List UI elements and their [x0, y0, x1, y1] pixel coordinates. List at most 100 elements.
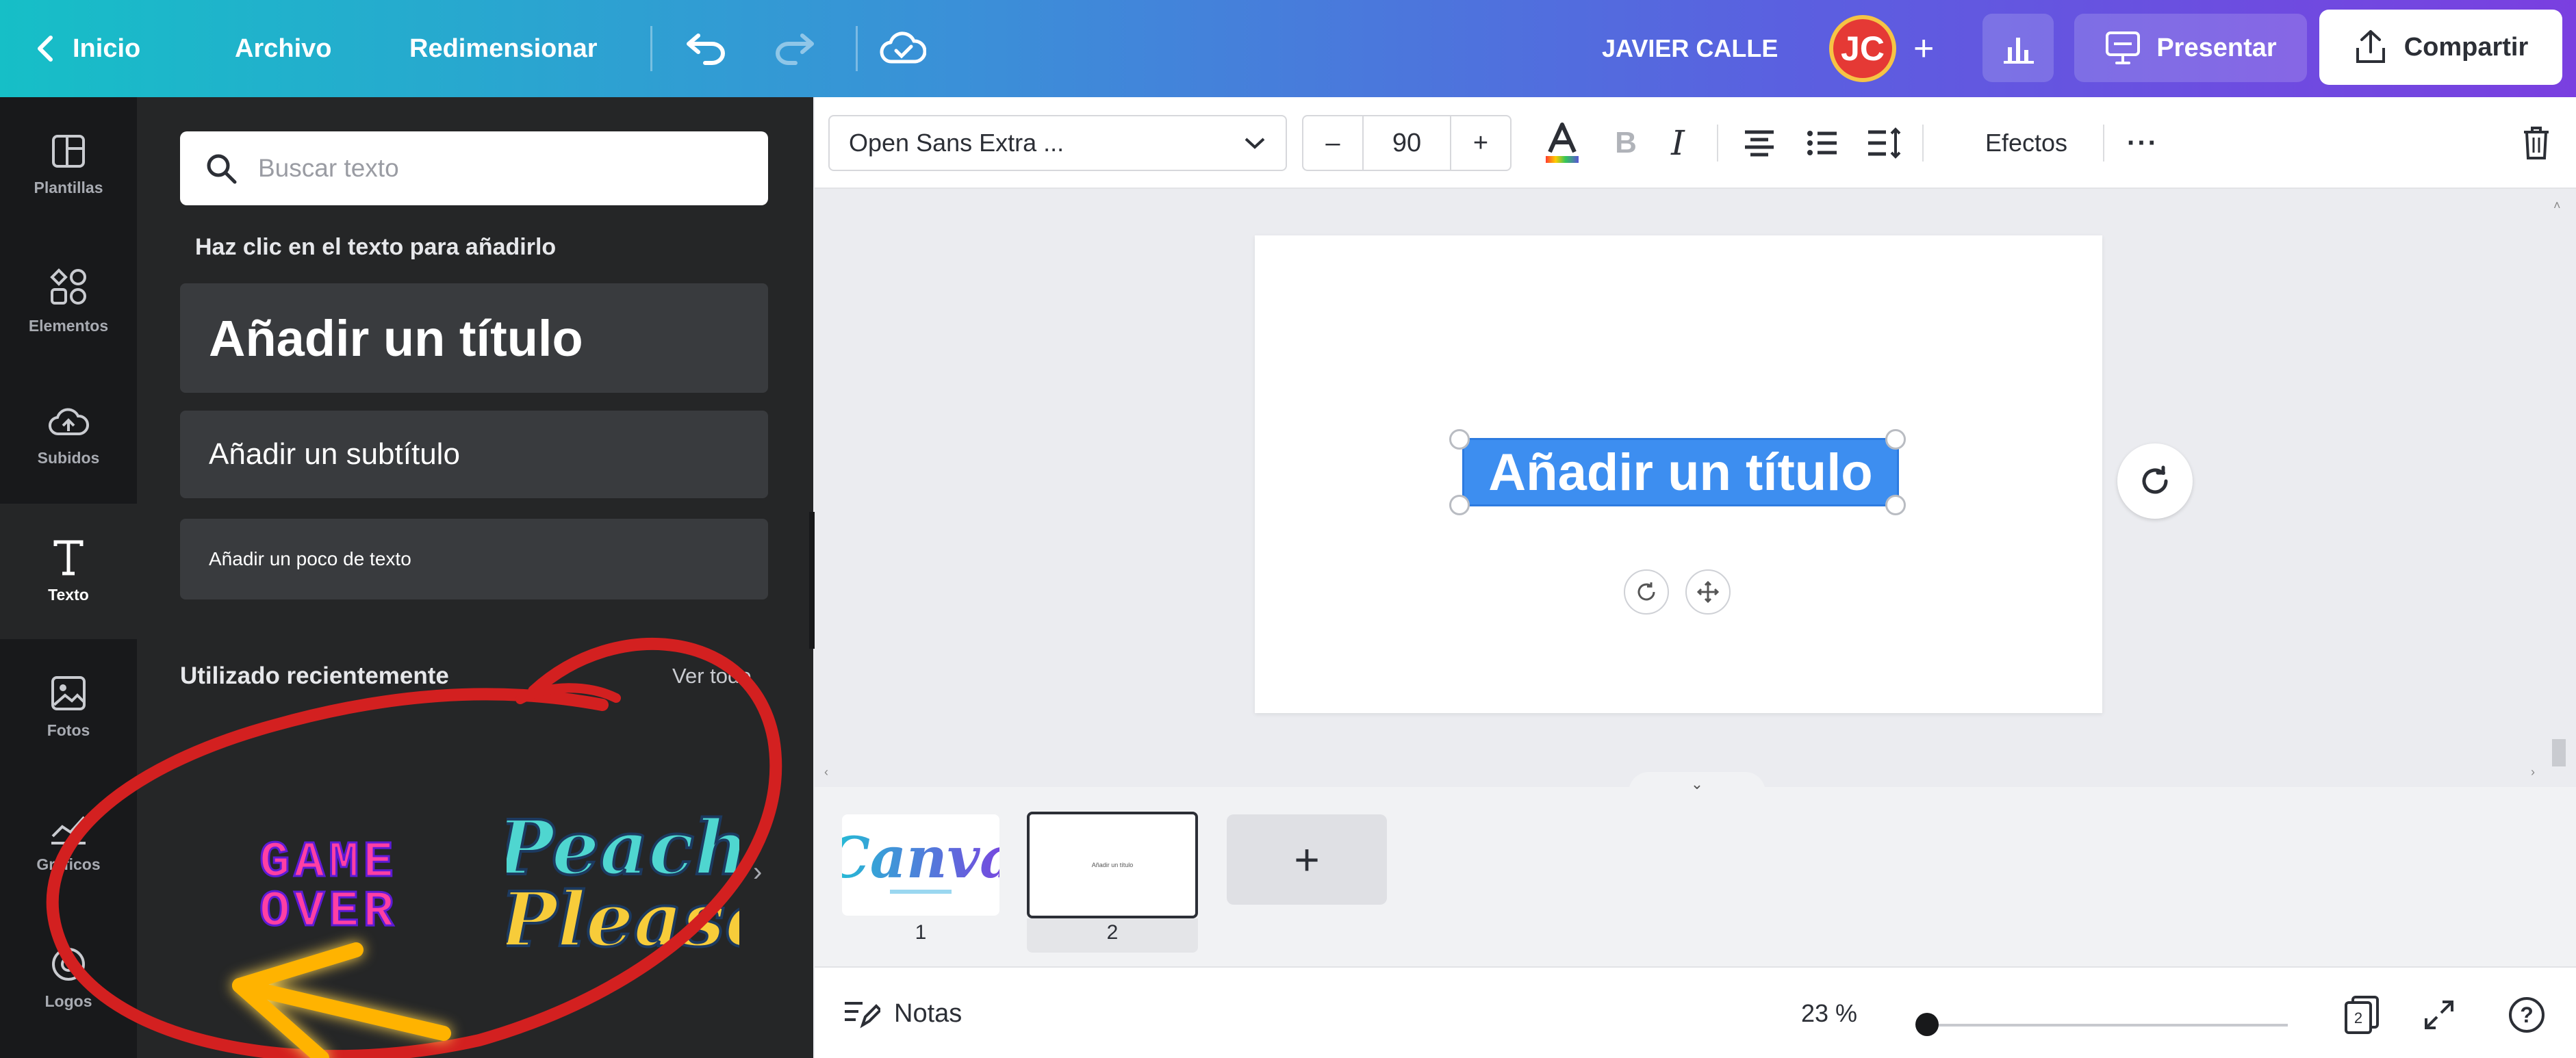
move-button[interactable]: [1685, 569, 1731, 615]
rail-label: Subidos: [37, 448, 100, 467]
move-icon: [1696, 580, 1720, 604]
scroll-thumb[interactable]: [2552, 739, 2566, 766]
help-icon: ?: [2509, 997, 2545, 1033]
page-thumb-1[interactable]: Canva: [842, 814, 999, 916]
share-upload-icon: [2356, 30, 2385, 63]
insights-button[interactable]: [1982, 14, 2054, 82]
share-button[interactable]: Compartir: [2319, 10, 2562, 85]
present-button[interactable]: Presentar: [2074, 14, 2307, 82]
increase-size-button[interactable]: +: [1450, 116, 1510, 170]
present-label: Presentar: [2156, 33, 2277, 62]
rotate-icon: [1637, 582, 1655, 601]
thumb-text: Añadir un título: [1091, 862, 1134, 868]
page-thumb-2[interactable]: Añadir un título: [1027, 812, 1198, 918]
search-box[interactable]: [180, 131, 768, 205]
list-icon[interactable]: [1795, 119, 1850, 167]
rail-label: Plantillas: [34, 178, 103, 196]
rail-item-elements[interactable]: Elementos: [0, 233, 137, 368]
page-count: 2: [2354, 1009, 2362, 1027]
selected-text-box[interactable]: Añadir un título: [1462, 438, 1899, 506]
search-icon: [207, 154, 237, 184]
redo-icon: [776, 34, 814, 65]
notes-button[interactable]: Notas: [842, 968, 962, 1058]
see-all-link[interactable]: Ver todo: [672, 664, 751, 688]
scroll-right-icon: ›: [2531, 765, 2535, 779]
effects-button[interactable]: Efectos: [1951, 119, 2102, 167]
page-number: 2: [1106, 921, 1119, 944]
fullscreen-button[interactable]: [2415, 991, 2463, 1039]
user-name: JAVIER CALLE: [1602, 34, 1778, 62]
recent-text-peach-please[interactable]: Peach Please ♛: [507, 792, 739, 1058]
zoom-value[interactable]: 23 %: [1801, 968, 1857, 1058]
italic-icon[interactable]: I: [1654, 119, 1702, 167]
add-page-button[interactable]: +: [1227, 814, 1387, 905]
rail-label: Gráficos: [36, 855, 101, 873]
game-over-preview: GAME OVER: [259, 834, 395, 940]
rail-item-uploads[interactable]: Subidos: [0, 368, 137, 504]
font-size-stepper: – 90 +: [1302, 115, 1512, 171]
recent-text-game-over[interactable]: GAME OVER ♛: [205, 792, 452, 1058]
add-body-text-button[interactable]: Añadir un poco de texto: [180, 519, 768, 599]
rail-item-photos[interactable]: Fotos: [0, 639, 137, 775]
home-button[interactable]: Inicio: [36, 0, 140, 97]
cloud-save-status[interactable]: [880, 0, 926, 97]
undo-button[interactable]: [685, 0, 728, 97]
divider: [650, 26, 652, 71]
chevron-left-icon: [38, 36, 53, 62]
resize-menu[interactable]: Redimensionar: [409, 0, 598, 97]
more-options-button[interactable]: ···: [2115, 119, 2170, 167]
chevron-down-icon: ⌄: [1690, 775, 1704, 792]
add-collaborator-button[interactable]: +: [1913, 0, 1934, 97]
page-count-button[interactable]: 2: [2338, 991, 2386, 1039]
bullet-list-icon: [1807, 131, 1837, 155]
delete-button[interactable]: [2512, 119, 2560, 167]
rail-item-templates[interactable]: Plantillas: [0, 97, 137, 233]
rotate-button[interactable]: [1624, 569, 1669, 615]
notes-label: Notas: [894, 998, 962, 1028]
rail-item-text[interactable]: Texto: [0, 504, 137, 639]
add-subheading-button[interactable]: Añadir un subtítulo: [180, 411, 768, 498]
redo-button[interactable]: [772, 0, 816, 97]
bold-icon[interactable]: B: [1602, 119, 1650, 167]
present-icon: [2106, 31, 2141, 64]
font-size-value[interactable]: 90: [1364, 116, 1450, 170]
rail-label: Logos: [44, 992, 92, 1010]
divider: [1717, 125, 1718, 162]
zoom-slider-track[interactable]: [1918, 1024, 2288, 1027]
file-menu[interactable]: Archivo: [235, 0, 331, 97]
rail-item-charts[interactable]: Gráficos: [0, 775, 137, 910]
panel-hint: Haz clic en el texto para añadirlo: [195, 234, 557, 260]
spacing-icon[interactable]: [1857, 119, 1911, 167]
text-color-button[interactable]: [1535, 119, 1590, 167]
zoom-slider-knob[interactable]: [1915, 1013, 1939, 1036]
search-input[interactable]: [258, 154, 751, 183]
avatar[interactable]: JC: [1829, 15, 1896, 82]
collapse-pages-handle[interactable]: ⌄: [1629, 772, 1765, 797]
font-family-dropdown[interactable]: Open Sans Extra ...: [828, 115, 1287, 171]
pages-icon: 2: [2345, 996, 2379, 1034]
please-line: Please: [507, 875, 739, 964]
rail-label: Fotos: [47, 721, 90, 739]
decrease-size-button[interactable]: –: [1303, 116, 1364, 170]
chevron-right-icon[interactable]: ›: [753, 857, 762, 888]
cloud-check-icon: [880, 31, 926, 64]
bottom-bar: Notas 23 % 2 ?: [815, 966, 2576, 1058]
expand-icon: [2425, 1001, 2453, 1029]
align-center-icon[interactable]: [1732, 119, 1787, 167]
resize-handle[interactable]: [1449, 429, 1470, 450]
rail-item-logos[interactable]: Logos: [0, 910, 137, 1046]
share-label: Compartir: [2403, 32, 2529, 62]
rail-label: Texto: [48, 585, 89, 604]
page-strip: Canva 1 Añadir un título 2 +: [815, 787, 2576, 966]
top-bar: Inicio Archivo Redimensionar JAVIER CALL…: [0, 0, 2576, 97]
vertical-scrollbar[interactable]: ˄: [2547, 198, 2571, 766]
text-panel: Haz clic en el texto para añadirlo Añadi…: [137, 97, 813, 1058]
resize-handle[interactable]: [1885, 495, 1906, 515]
help-button[interactable]: ?: [2503, 991, 2551, 1039]
scroll-up-icon: ˄: [2553, 198, 2561, 212]
add-heading-button[interactable]: Añadir un título: [180, 283, 768, 393]
resize-handle[interactable]: [1885, 429, 1906, 450]
refresh-button[interactable]: [2117, 443, 2193, 519]
rail-label: Elementos: [28, 316, 109, 335]
resize-handle[interactable]: [1449, 495, 1470, 515]
